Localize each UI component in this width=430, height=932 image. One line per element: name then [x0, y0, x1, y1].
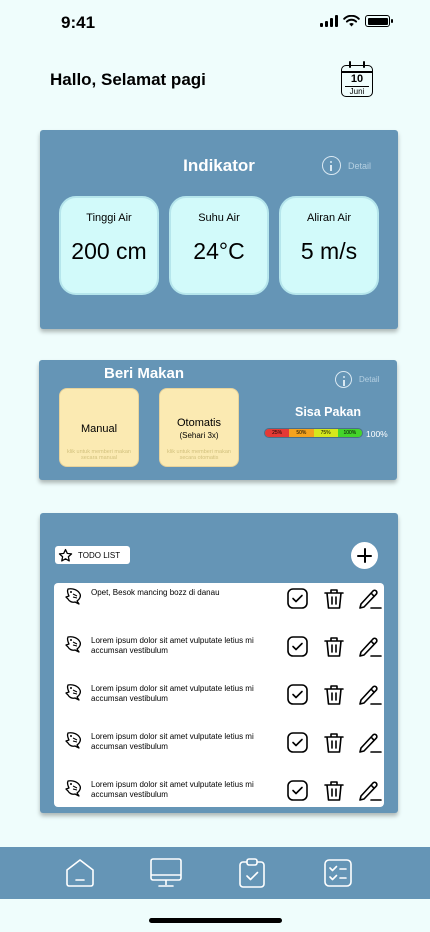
- sisa-pakan-value: 100%: [366, 429, 388, 439]
- fish-icon: [65, 730, 85, 755]
- todo-list-label: TODO LIST: [78, 550, 121, 560]
- status-icons: [320, 15, 393, 27]
- indicator-tinggi-air[interactable]: Tinggi Air 200 cm: [59, 196, 159, 295]
- beri-makan-title: Beri Makan: [104, 365, 185, 382]
- trash-icon[interactable]: [324, 588, 344, 615]
- fish-icon: [65, 778, 85, 803]
- otomatis-hint: klik untuk memberi makan secara otomatis: [167, 449, 231, 461]
- calendar-icon[interactable]: 10 Juni: [341, 61, 373, 97]
- pakan-segment: 50%: [289, 429, 314, 437]
- trash-icon[interactable]: [324, 780, 344, 807]
- wifi-icon: [343, 15, 360, 27]
- edit-icon[interactable]: [358, 636, 382, 663]
- pakan-segment: 25%: [265, 429, 290, 437]
- edit-icon[interactable]: [358, 732, 382, 759]
- indicator-value: 200 cm: [71, 238, 147, 264]
- nav-checklist-icon[interactable]: [323, 858, 353, 888]
- fish-icon: [65, 586, 85, 611]
- pakan-segment: 75%: [313, 429, 338, 437]
- nav-home-icon[interactable]: [64, 857, 96, 889]
- todo-text: Lorem ipsum dolor sit amet vulputate let…: [91, 684, 254, 703]
- todo-item: Opet, Besok mancing bozz di danau: [54, 583, 384, 631]
- calendar-month: Juni: [345, 86, 369, 96]
- manual-hint: klik untuk memberi makan secara manual: [67, 449, 131, 461]
- indicator-value: 24°C: [193, 238, 245, 264]
- indicator-label: Tinggi Air: [86, 212, 132, 224]
- signal-icon: [320, 15, 338, 27]
- edit-icon[interactable]: [358, 684, 382, 711]
- info-icon: [322, 156, 341, 175]
- trash-icon[interactable]: [324, 636, 344, 663]
- otomatis-label: Otomatis: [176, 417, 221, 429]
- fish-icon: [65, 682, 85, 707]
- indicator-suhu-air[interactable]: Suhu Air 24°C: [169, 196, 269, 295]
- manual-feed-button[interactable]: Manual klik untuk memberi makan secara m…: [59, 388, 139, 467]
- trash-icon[interactable]: [324, 684, 344, 711]
- manual-label: Manual: [80, 423, 118, 435]
- add-todo-button[interactable]: [351, 542, 378, 569]
- sisa-pakan-title: Sisa Pakan: [295, 405, 362, 419]
- calendar-day: 10: [350, 73, 364, 85]
- detail-label: Detail: [359, 375, 380, 384]
- todo-card: TODO LIST Opet, Besok mancing bozz di da…: [40, 513, 398, 813]
- todo-text: Opet, Besok mancing bozz di danau: [91, 588, 220, 597]
- indikator-card: Indikator Detail Tinggi Air 200 cm Suhu …: [40, 130, 398, 329]
- check-icon[interactable]: [287, 684, 308, 710]
- todo-text: Lorem ipsum dolor sit amet vulputate let…: [91, 732, 254, 751]
- beri-makan-detail-button[interactable]: Detail: [335, 371, 379, 388]
- status-time: 9:41: [61, 13, 96, 32]
- check-icon[interactable]: [287, 732, 308, 758]
- check-icon[interactable]: [287, 780, 308, 806]
- edit-icon[interactable]: [358, 780, 382, 807]
- indicator-label: Suhu Air: [198, 212, 240, 224]
- nav-monitor-icon[interactable]: [149, 857, 183, 889]
- nav-clipboard-check-icon[interactable]: [237, 857, 267, 889]
- trash-icon[interactable]: [324, 732, 344, 759]
- battery-icon: [365, 15, 393, 27]
- bottom-nav: [0, 847, 430, 899]
- status-bar: 9:41: [0, 0, 430, 44]
- home-indicator: [149, 918, 282, 923]
- pakan-segment: 100%: [337, 429, 362, 437]
- beri-makan-card: Beri Makan Detail Manual klik untuk memb…: [39, 360, 397, 480]
- info-icon: [335, 371, 352, 388]
- star-icon: [58, 548, 73, 562]
- check-icon[interactable]: [287, 588, 308, 614]
- fish-icon: [65, 634, 85, 659]
- check-icon[interactable]: [287, 636, 308, 662]
- detail-label: Detail: [348, 160, 372, 171]
- todo-list: Opet, Besok mancing bozz di danau Lorem …: [54, 583, 384, 807]
- auto-feed-button[interactable]: Otomatis (Sehari 3x) klik untuk memberi …: [159, 388, 239, 467]
- indicator-aliran-air[interactable]: Aliran Air 5 m/s: [279, 196, 379, 295]
- todo-item: Lorem ipsum dolor sit amet vulputate let…: [54, 727, 384, 775]
- greeting-title: Hallo, Selamat pagi: [50, 70, 206, 89]
- edit-icon[interactable]: [358, 588, 382, 615]
- indicator-label: Aliran Air: [306, 212, 352, 224]
- todo-text: Lorem ipsum dolor sit amet vulputate let…: [91, 780, 254, 799]
- otomatis-sub: (Sehari 3x): [179, 431, 219, 440]
- todo-text: Lorem ipsum dolor sit amet vulputate let…: [91, 636, 254, 655]
- todo-item: Lorem ipsum dolor sit amet vulputate let…: [54, 631, 384, 679]
- todo-item: Lorem ipsum dolor sit amet vulputate let…: [54, 775, 384, 807]
- todo-item: Lorem ipsum dolor sit amet vulputate let…: [54, 679, 384, 727]
- sisa-pakan-bar: 25% 50% 75% 100%: [264, 428, 363, 438]
- todo-list-tag: TODO LIST: [55, 546, 130, 564]
- indikator-detail-button[interactable]: Detail: [322, 156, 371, 175]
- indicator-value: 5 m/s: [300, 238, 358, 264]
